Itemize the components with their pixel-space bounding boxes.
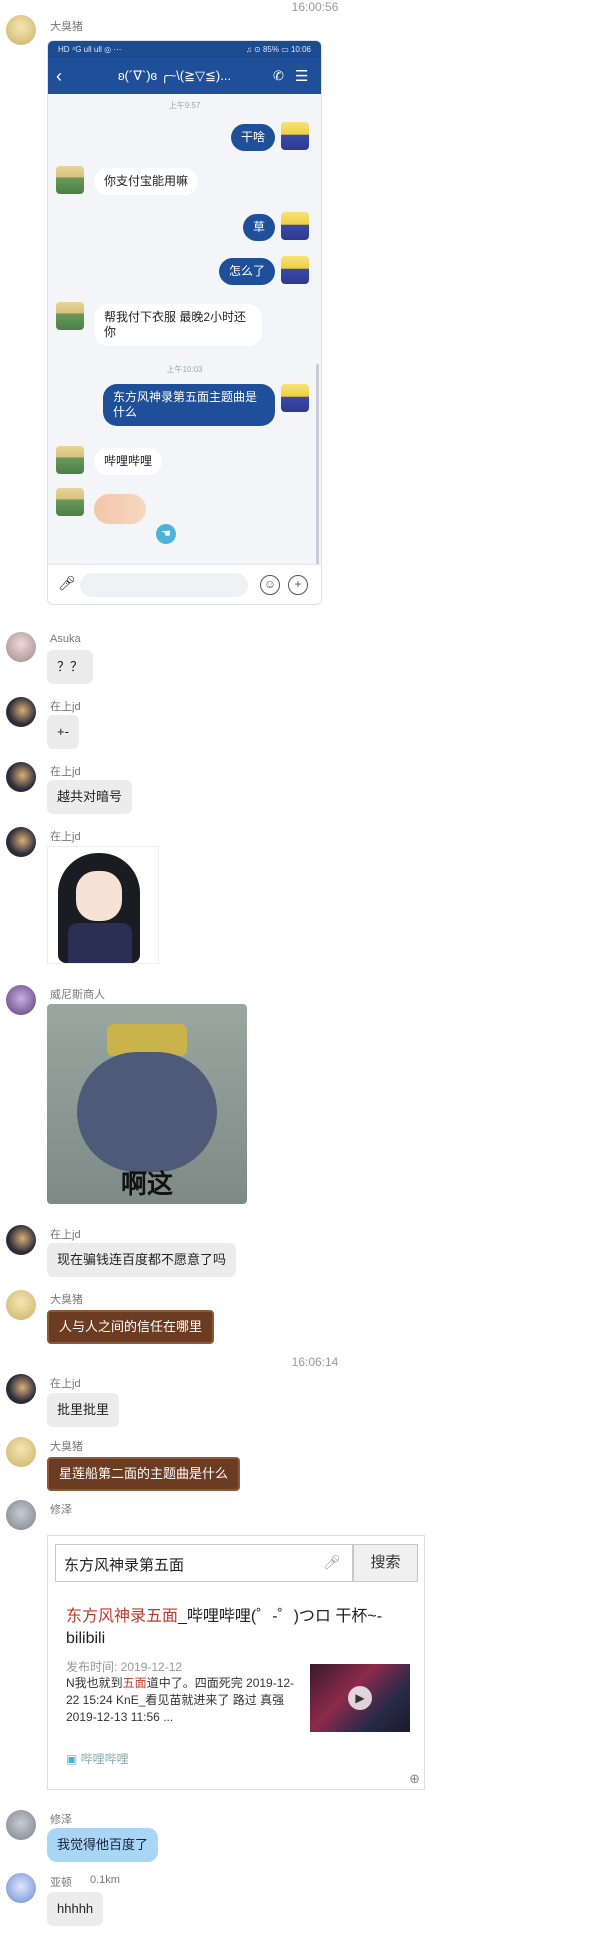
message-bubble[interactable]: hhhhh: [47, 1892, 104, 1926]
avatar[interactable]: [6, 1810, 36, 1840]
avatar[interactable]: [6, 985, 36, 1015]
message-bubble[interactable]: 批里批里: [47, 1393, 120, 1427]
avatar[interactable]: [6, 15, 36, 45]
phone-time: 上午10:03: [166, 365, 203, 374]
meme-caption: 啊这: [120, 1169, 173, 1199]
avatar[interactable]: [6, 632, 36, 662]
result-title[interactable]: 东方风神录五面_哔哩哔哩(゜-゜)つロ 干杯~-bilibili: [66, 1606, 411, 1650]
result-snippet: N我也就到五面道中了。四面死完 2019-12-22 15:24 KnE_看见苗…: [66, 1675, 304, 1726]
avatar[interactable]: [6, 762, 36, 792]
sender-name: 修泽: [50, 1504, 72, 1516]
message-bubble[interactable]: 现在骗钱连百度都不愿意了吗: [47, 1243, 237, 1277]
image-message-anime-girl[interactable]: [47, 846, 159, 964]
avatar[interactable]: [6, 1873, 36, 1903]
timestamp: 16:00:56: [291, 0, 339, 14]
phone-bubble-left: 你支付宝能用嘛: [94, 168, 199, 195]
sender-name: 在上jd: [50, 1229, 81, 1241]
sender-name: 在上jd: [50, 701, 81, 713]
phone-time: 上午9:57: [168, 101, 201, 110]
phone-avatar-me: [281, 256, 309, 284]
sender-name: Asuka: [50, 633, 81, 645]
snippet-highlight: 五面: [122, 1676, 147, 1690]
image-message-tom-meme[interactable]: 啊这: [47, 1004, 247, 1204]
phone-text-field: [80, 573, 248, 597]
sender-name: 修泽: [50, 1814, 72, 1826]
image-message-phone-screenshot[interactable]: HD ⁴G ull ull ◎ ⋯ ♫ ⊙ 85% ▭ 10:06 ‹ ʚ(´∇…: [47, 40, 322, 605]
avatar[interactable]: [6, 697, 36, 727]
sender-name: 大臭猪: [50, 21, 83, 33]
search-result-card[interactable]: 东方风神录第五面 🎤︎ 搜索 东方风神录五面_哔哩哔哩(゜-゜)つロ 干杯~-b…: [47, 1535, 425, 1790]
menu-icon: ☰: [295, 68, 309, 85]
phone-avatar-me: [281, 384, 309, 412]
phone-avatar-other: [56, 302, 84, 330]
message-bubble-styled[interactable]: 我觉得他百度了: [47, 1828, 159, 1862]
search-input[interactable]: 东方风神录第五面: [55, 1544, 353, 1582]
distance-label: 0.1km: [90, 1874, 120, 1886]
phone-bubble-right: 草: [242, 214, 275, 241]
sender-name: 在上jd: [50, 831, 81, 843]
play-icon: ▶: [348, 1686, 372, 1710]
pointer-icon: ☚: [156, 524, 176, 544]
result-thumbnail[interactable]: ▶: [310, 1664, 410, 1732]
phone-avatar-other: [56, 166, 84, 194]
message-bubble[interactable]: ？？: [47, 650, 94, 684]
phone-avatar-other: [56, 488, 84, 516]
message-bubble[interactable]: +-: [47, 715, 79, 749]
avatar[interactable]: [6, 1290, 36, 1320]
status-right: ♫ ⊙ 85% ▭ 10:06: [245, 45, 311, 54]
chat-title: ʚ(´∇`)ɞ ╭~\(≧▽≦)...: [117, 68, 232, 83]
sender-name: 亚顿: [50, 1877, 72, 1889]
message-bubble[interactable]: 越共对暗号: [47, 780, 133, 814]
avatar[interactable]: [6, 827, 36, 857]
face-shape: [76, 871, 122, 921]
phone-call-icon: ✆: [273, 68, 284, 83]
tom-face-shape: [77, 1052, 217, 1172]
phone-chat-body: 上午9:57 干啥 你支付宝能用嘛 草 怎么了 帮我付下衣服 最晚2小时还你 上…: [48, 94, 321, 604]
phone-avatar-other: [56, 446, 84, 474]
status-left: HD ⁴G ull ull ◎ ⋯: [58, 45, 122, 54]
search-button[interactable]: 搜索: [353, 1544, 418, 1582]
uniform-shape: [68, 923, 132, 963]
timestamp: 16:06:14: [291, 1355, 339, 1369]
phone-status-bar: HD ⁴G ull ull ◎ ⋯ ♫ ⊙ 85% ▭ 10:06: [48, 41, 321, 58]
snippet-part: N我也就到: [66, 1676, 123, 1690]
pointing-hand-sticker: [94, 494, 146, 524]
message-bubble-styled[interactable]: 人与人之间的信任在哪里: [47, 1310, 215, 1344]
phone-bubble-left: 哔哩哔哩: [94, 448, 163, 475]
microphone-icon[interactable]: 🎤︎: [323, 1554, 341, 1571]
phone-bubble-right: 怎么了: [218, 258, 275, 285]
phone-avatar-me: [281, 212, 309, 240]
phone-bubble-right: 东方风神录第五面主题曲是什么: [103, 384, 275, 426]
phone-title-bar: ‹ ʚ(´∇`)ɞ ╭~\(≧▽≦)... ✆ ☰: [48, 58, 321, 94]
sender-name: 在上jd: [50, 766, 81, 778]
avatar[interactable]: [6, 1437, 36, 1467]
sender-name: 在上jd: [50, 1378, 81, 1390]
phone-avatar-me: [281, 122, 309, 150]
zoom-icon[interactable]: ⊕: [409, 1771, 420, 1787]
bilibili-icon: ▣: [66, 1752, 81, 1766]
sender-name: 大臭猪: [50, 1294, 83, 1306]
avatar[interactable]: [6, 1500, 36, 1530]
back-arrow-icon: ‹: [56, 65, 62, 86]
result-title-highlight: 东方风神录五面: [66, 1608, 179, 1625]
emoji-icon: ☺: [260, 575, 280, 595]
phone-input-bar: 🎤︎ ☺ +: [48, 564, 321, 604]
microphone-icon: 🎤︎: [58, 575, 76, 591]
source-label: 哔哩哔哩: [80, 1752, 129, 1766]
phone-bubble-left: 帮我付下衣服 最晚2小时还你: [94, 304, 262, 346]
sender-name: 威尼斯商人: [50, 989, 105, 1001]
sender-name: 大臭猪: [50, 1441, 83, 1453]
avatar[interactable]: [6, 1374, 36, 1404]
result-source[interactable]: ▣ 哔哩哔哩: [66, 1750, 129, 1767]
message-bubble-styled[interactable]: 星莲船第二面的主题曲是什么: [47, 1457, 241, 1491]
avatar[interactable]: [6, 1225, 36, 1255]
result-date: 发布时间: 2019-12-12: [66, 1660, 183, 1674]
phone-bubble-right: 干啥: [230, 124, 275, 151]
plus-icon: +: [288, 575, 308, 595]
